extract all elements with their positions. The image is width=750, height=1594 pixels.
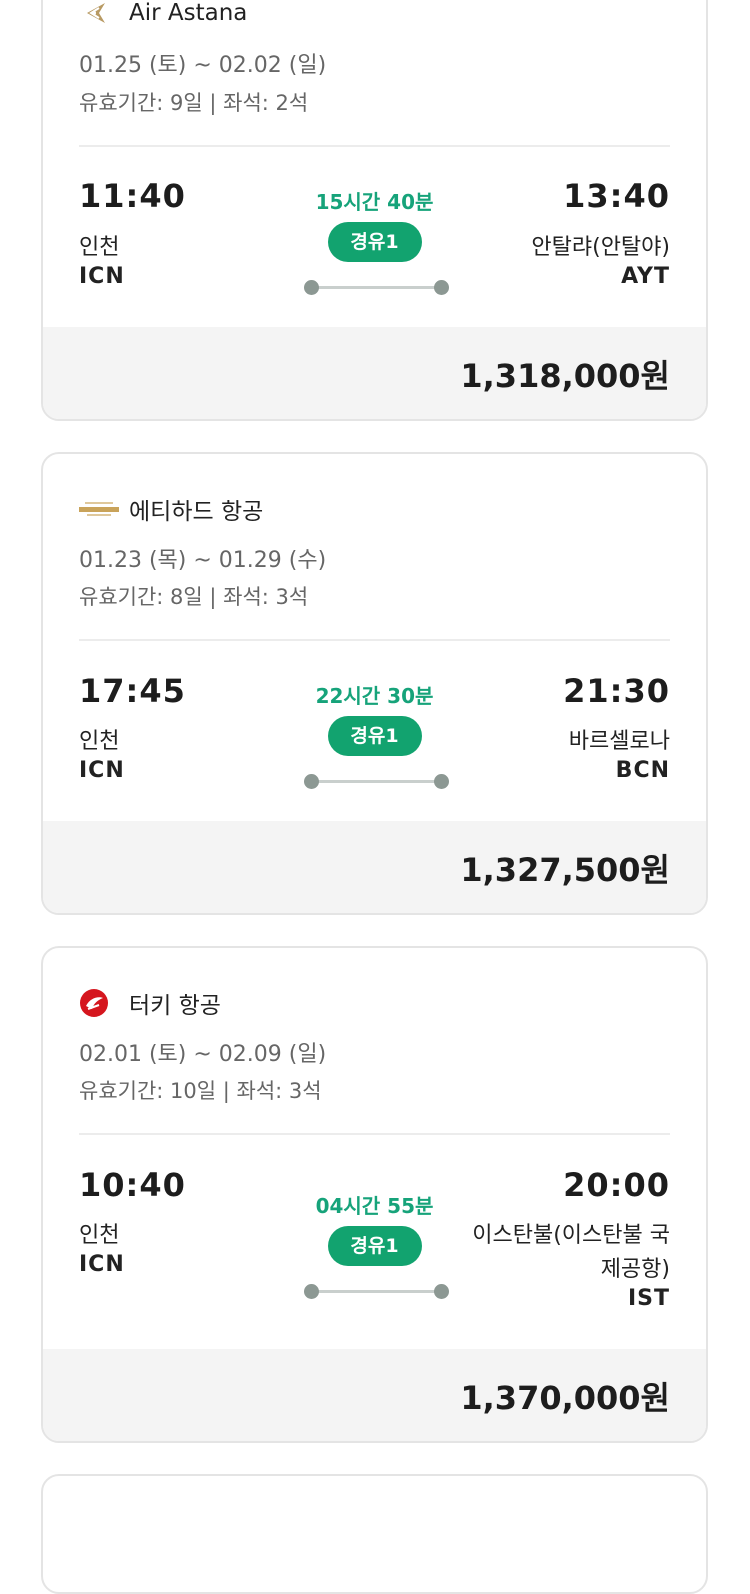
flight-card-air-astana[interactable]: Air Astana 01.25 (토) ~ 02.02 (일) 유효기간: 9… xyxy=(41,0,708,421)
travel-dates: 01.23 (목) ~ 01.29 (수) xyxy=(79,548,327,573)
flight-card-turkish[interactable]: 터키 항공 02.01 (토) ~ 02.09 (일) 유효기간: 10일 | … xyxy=(41,946,708,1443)
origin-dot xyxy=(304,1284,319,1299)
route-line xyxy=(311,286,443,289)
turkish-airlines-logo xyxy=(79,989,119,1017)
validity-seats: 유효기간: 9일 | 좌석: 2석 xyxy=(79,91,309,115)
arrival-code: IST xyxy=(627,1286,670,1311)
departure-code: ICN xyxy=(79,1252,125,1277)
destination-dot xyxy=(434,1284,449,1299)
price: 1,318,000원 xyxy=(460,357,670,395)
validity-seats: 유효기간: 10일 | 좌석: 3석 xyxy=(79,1079,322,1103)
arrival-city: 안탈랴(안탈야) xyxy=(531,235,670,260)
price-bar: 1,318,000원 xyxy=(43,327,706,419)
arrival-time: 13:40 xyxy=(563,177,670,215)
travel-dates: 02.01 (토) ~ 02.09 (일) xyxy=(79,1042,327,1067)
validity-seats: 유효기간: 8일 | 좌석: 3석 xyxy=(79,585,309,609)
departure-code: ICN xyxy=(79,264,125,289)
airline-name: Air Astana xyxy=(129,0,248,26)
price: 1,370,000원 xyxy=(460,1379,670,1417)
arrival-city-line2: 제공항) xyxy=(600,1257,670,1282)
stops-badge: 경유1 xyxy=(327,1226,422,1266)
origin-dot xyxy=(304,774,319,789)
etihad-logo xyxy=(79,496,119,522)
origin-dot xyxy=(304,280,319,295)
arrival-time: 20:00 xyxy=(563,1166,670,1204)
travel-dates: 01.25 (토) ~ 02.02 (일) xyxy=(79,53,327,78)
divider xyxy=(79,639,670,641)
route-line xyxy=(311,780,443,783)
divider xyxy=(79,145,670,147)
price: 1,327,500원 xyxy=(460,851,670,889)
divider xyxy=(79,1133,670,1135)
arrival-code: BCN xyxy=(615,758,670,783)
airline-name: 터키 항공 xyxy=(129,993,221,1019)
airline-row: 터키 항공 xyxy=(79,986,221,1020)
flight-card-etihad[interactable]: 에티하드 항공 01.23 (목) ~ 01.29 (수) 유효기간: 8일 |… xyxy=(41,452,708,915)
destination-dot xyxy=(434,280,449,295)
arrival-code: AYT xyxy=(621,264,670,289)
stops-badge: 경유1 xyxy=(327,222,422,262)
departure-code: ICN xyxy=(79,758,125,783)
route-line xyxy=(311,1290,443,1293)
departure-city: 인천 xyxy=(79,729,120,754)
price-bar: 1,370,000원 xyxy=(43,1349,706,1441)
arrival-time: 21:30 xyxy=(563,672,670,710)
departure-city: 인천 xyxy=(79,1223,120,1248)
airline-row: 에티하드 항공 xyxy=(79,492,263,526)
arrival-city-line1: 이스탄불(이스탄불 국 xyxy=(472,1223,670,1248)
stops-badge: 경유1 xyxy=(327,716,422,756)
arrival-city: 바르셀로나 xyxy=(568,729,670,754)
destination-dot xyxy=(434,774,449,789)
air-astana-logo xyxy=(79,0,119,26)
flight-card-next[interactable] xyxy=(41,1474,708,1594)
departure-city: 인천 xyxy=(79,235,120,260)
price-bar: 1,327,500원 xyxy=(43,821,706,913)
airline-row: Air Astana xyxy=(79,0,247,26)
airline-name: 에티하드 항공 xyxy=(129,499,264,525)
